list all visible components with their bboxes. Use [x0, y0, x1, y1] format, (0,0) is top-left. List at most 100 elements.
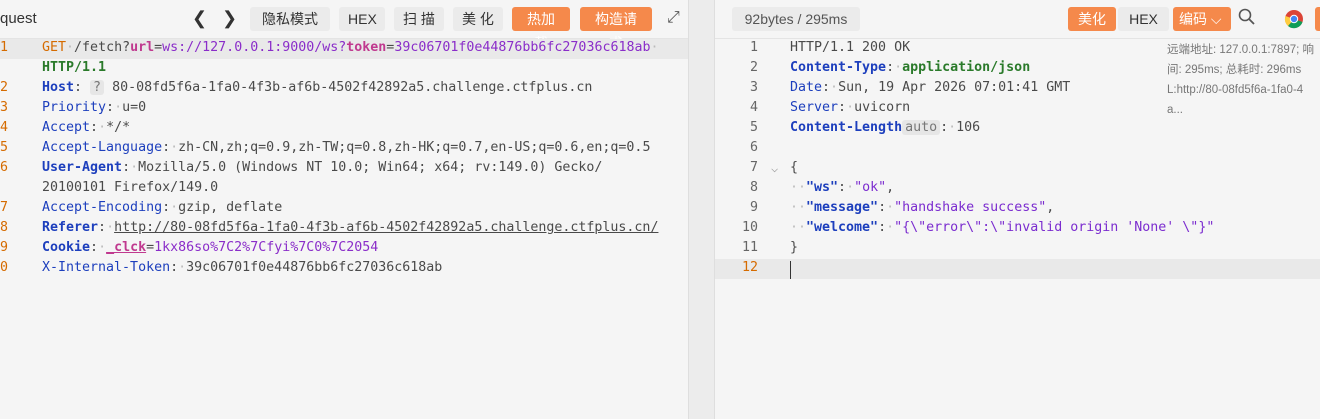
line-number: 4: [749, 100, 758, 115]
line-number: 7: [0, 200, 8, 215]
header-key: Host: [42, 80, 75, 95]
line-number: 4: [0, 120, 8, 135]
json-key: "welcome": [806, 220, 879, 235]
next-arrow-icon[interactable]: ❯: [222, 8, 237, 28]
header-value: Mozilla/5.0 (Windows NT 10.0; Win64; x64…: [138, 160, 603, 175]
response-toolbar: 92bytes / 295ms 美化 HEX 编码 ⌵: [715, 0, 1320, 39]
header-value: */*: [106, 120, 131, 135]
response-pane: 92bytes / 295ms 美化 HEX 编码 ⌵ 1 2 3 4 5 6 …: [715, 0, 1320, 419]
line-number: 9: [749, 200, 758, 215]
header-accept: Accept:·*/*: [42, 120, 131, 135]
line-number: 2: [749, 60, 758, 75]
json-row-message: ··"message":·"handshake success",: [790, 200, 1055, 215]
header-content-type: Content-Type:·application/json: [790, 60, 1031, 75]
status-line: HTTP/1.1 200 OK: [790, 40, 910, 55]
referer-link[interactable]: http://80-08fd5f6a-1fa0-4f3b-af6b-4502f4…: [114, 220, 658, 235]
line-number: 5: [749, 120, 758, 135]
request-line: GET·/fetch?url=ws://127.0.0.1:9000/ws?to…: [42, 40, 659, 55]
line-number: 10: [741, 220, 758, 235]
equals-sign: =: [146, 240, 155, 255]
header-date: Date:·Sun, 19 Apr 2026 07:01:41 GMT: [790, 80, 1071, 95]
header-x-internal-token: X-Internal-Token:·39c06701f0e44876bb6fc2…: [42, 260, 443, 275]
line-number: 1: [0, 40, 8, 55]
current-line-highlight: [715, 259, 1320, 279]
request-pane: quest ❮ ❯ 隐私模式 HEX 扫 描 美 化 热加载 构造请求 ⤢ 1 …: [0, 0, 688, 419]
line-number: 6: [749, 140, 758, 155]
header-key: Content-Type: [790, 60, 887, 75]
json-row-ws: ··"ws":·"ok",: [790, 180, 895, 195]
brace: {: [790, 160, 799, 175]
header-value: zh-CN,zh;q=0.9,zh-TW;q=0.8,zh-HK;q=0.7,e…: [178, 140, 651, 155]
header-key: Server: [790, 100, 839, 115]
http-method: GET: [42, 40, 67, 55]
fold-chevron-icon[interactable]: ⌵: [771, 161, 778, 175]
host-badge[interactable]: ?: [90, 80, 105, 95]
hex-button[interactable]: HEX: [339, 7, 385, 31]
json-value: "handshake success": [894, 200, 1047, 215]
line-number: 0: [0, 260, 8, 275]
param-token-value: 39c06701f0e44876bb6fc27036c618ab: [394, 40, 651, 55]
header-key: Date: [790, 80, 823, 95]
header-referer: Referer:·http://80-08fd5f6a-1fa0-4f3b-af…: [42, 220, 659, 235]
request-title: quest: [0, 10, 37, 27]
line-number: 3: [0, 100, 8, 115]
line-number: 8: [0, 220, 8, 235]
text-cursor: [790, 261, 791, 279]
header-value: 39c06701f0e44876bb6fc27036c618ab: [186, 260, 443, 275]
param-url-key: url: [130, 40, 155, 55]
http-version-text: HTTP/1.1: [42, 60, 107, 75]
header-host: Host: ? 80-08fd5f6a-1fa0-4f3b-af6b-4502f…: [42, 80, 593, 95]
response-beautify-button[interactable]: 美化: [1068, 7, 1116, 31]
response-info-panel: 远端地址: 127.0.0.1:7897; 响 间: 295ms; 总耗时: 2…: [1167, 40, 1320, 120]
cookie-name: _clck: [106, 240, 147, 255]
status-text: HTTP/1.1 200 OK: [790, 40, 911, 55]
scan-button[interactable]: 扫 描: [394, 7, 444, 31]
encode-dropdown[interactable]: 编码 ⌵: [1173, 7, 1231, 31]
line-number: 2: [0, 80, 8, 95]
header-key: Cookie: [42, 240, 91, 255]
header-key: X-Internal-Token: [42, 260, 171, 275]
header-priority: Priority:·u=0: [42, 100, 147, 115]
json-row-welcome: ··"welcome":·"{\"error\":\"invalid origi…: [790, 220, 1215, 235]
header-value: Sun, 19 Apr 2026 07:01:41 GMT: [838, 80, 1071, 95]
json-brace-close: }: [790, 240, 798, 255]
header-value: uvicorn: [854, 100, 911, 115]
header-value: u=0: [122, 100, 147, 115]
beautify-button[interactable]: 美 化: [453, 7, 503, 31]
header-accept-encoding: Accept-Encoding:·gzip, deflate: [42, 200, 283, 215]
http-version: HTTP/1.1: [42, 60, 106, 75]
line-number: 8: [749, 180, 758, 195]
line-number: 9: [0, 240, 8, 255]
line-number: 7: [749, 160, 758, 175]
hot-load-button[interactable]: 热加载: [512, 7, 570, 51]
encode-label: 编码: [1179, 11, 1207, 27]
cookie-value: 1kx86so%7C2%7Cfyi%7C0%7C2054: [154, 240, 379, 255]
json-value: "ok": [854, 180, 887, 195]
line-number: 11: [741, 240, 758, 255]
header-key: Accept-Language: [42, 140, 163, 155]
json-key: "ws": [806, 180, 839, 195]
header-key: Priority: [42, 100, 107, 115]
expand-icon[interactable]: ⤢: [667, 9, 680, 27]
header-user-agent: User-Agent:·Mozilla/5.0 (Windows NT 10.0…: [42, 160, 603, 175]
header-value: application/json: [902, 60, 1031, 75]
header-content-length: Content-Length auto:·106: [790, 120, 981, 135]
chrome-browser-icon[interactable]: [1284, 9, 1304, 34]
header-accept-language: Accept-Language:·zh-CN,zh;q=0.9,zh-TW;q=…: [42, 140, 651, 155]
json-brace-open: {: [790, 160, 798, 175]
info-line: a...: [1167, 104, 1183, 116]
auto-badge[interactable]: auto: [902, 120, 941, 135]
info-line: 间: 295ms; 总耗时: 296ms: [1167, 64, 1302, 76]
chevron-down-icon: ⌵: [1210, 11, 1222, 27]
line-number: 6: [0, 160, 8, 175]
construct-request-button[interactable]: 构造请求: [580, 7, 652, 51]
param-token-key: token: [346, 40, 387, 55]
prev-arrow-icon[interactable]: ❮: [192, 8, 207, 28]
json-key: "message": [806, 200, 879, 215]
pane-divider[interactable]: [688, 0, 715, 419]
line-number: 3: [749, 80, 758, 95]
search-icon[interactable]: [1237, 7, 1257, 32]
privacy-mode-button[interactable]: 隐私模式: [250, 7, 330, 31]
response-hex-button[interactable]: HEX: [1118, 7, 1169, 31]
more-button-edge[interactable]: [1315, 7, 1320, 31]
